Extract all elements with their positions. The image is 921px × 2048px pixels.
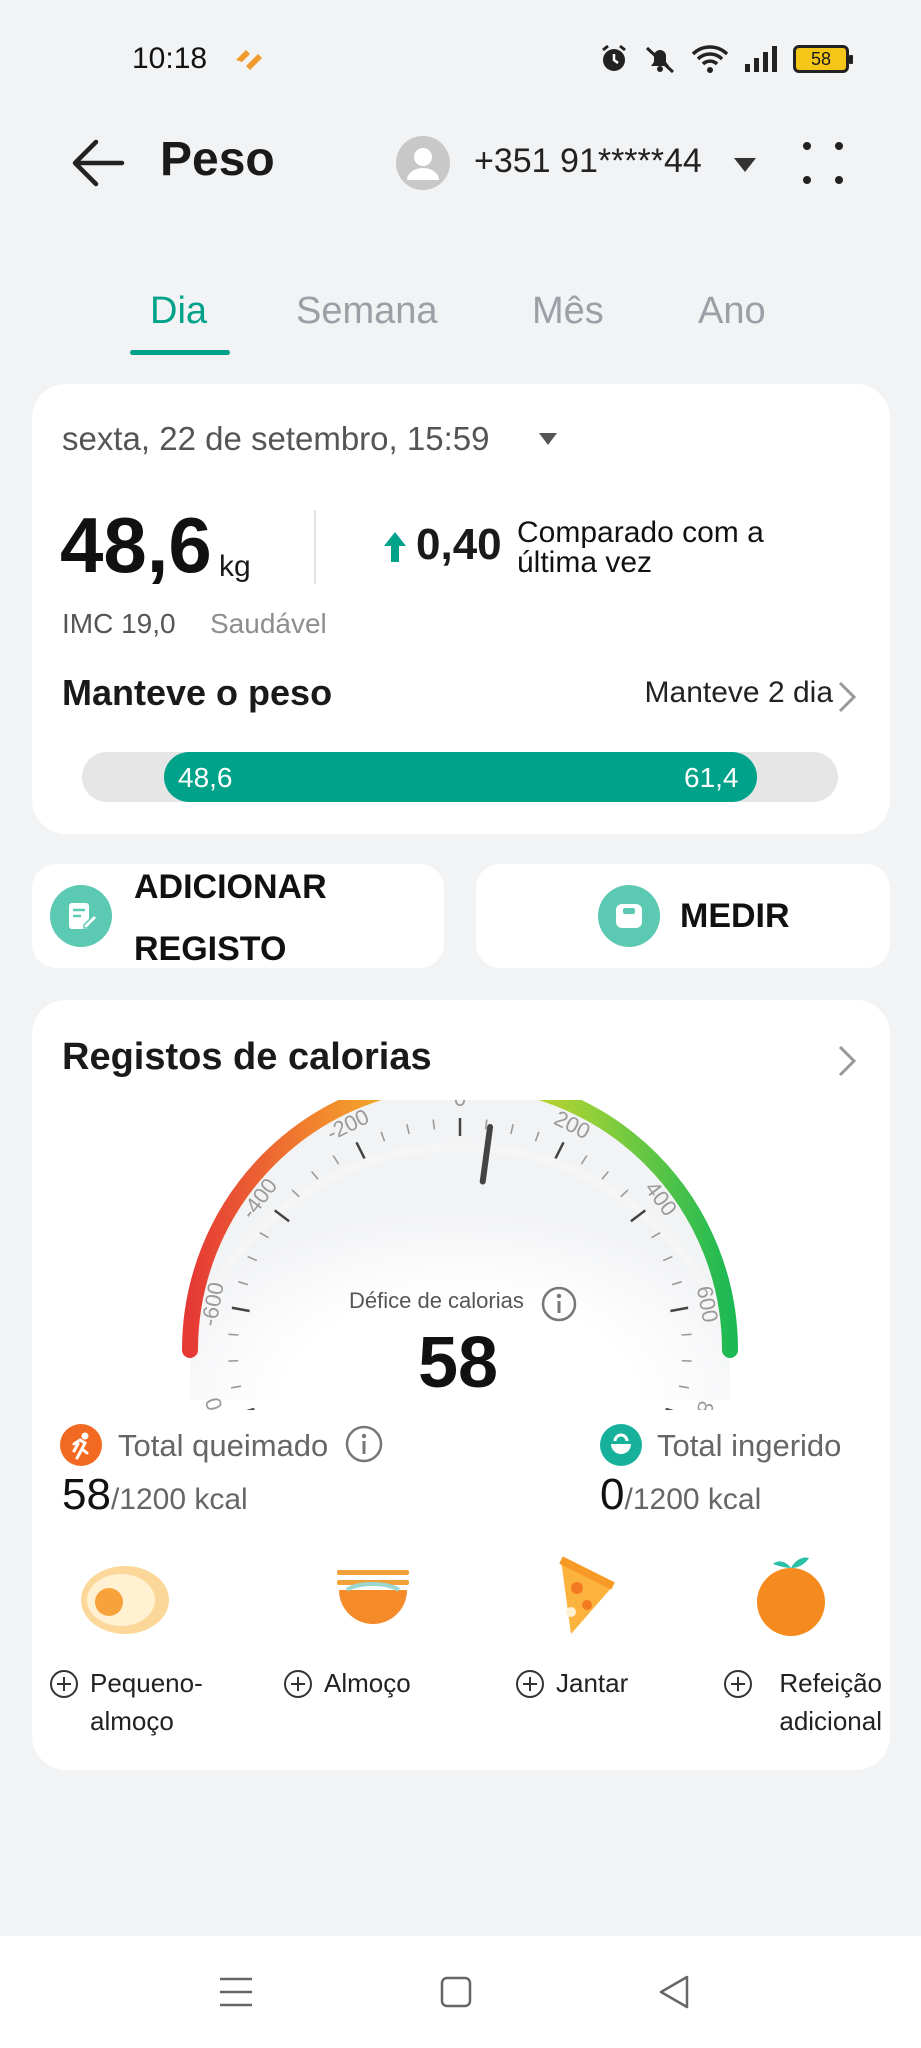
burned-unit: /1200 kcal	[110, 1483, 248, 1516]
more-options-icon[interactable]	[800, 140, 846, 186]
status-time: 10:18	[132, 42, 208, 75]
food-bowl-icon	[600, 1424, 642, 1466]
account-selector[interactable]: +351 91*****44	[474, 142, 702, 181]
date-selector[interactable]: sexta, 22 de setembro, 15:59	[62, 420, 489, 458]
weight-unit: kg	[219, 550, 251, 583]
add-extra-meal-icon[interactable]	[722, 1668, 754, 1700]
tab-indicator	[130, 350, 230, 355]
gauge-tick	[665, 1407, 674, 1410]
burned-value: 58	[62, 1470, 111, 1519]
chevron-right-icon[interactable]	[836, 680, 858, 714]
measure-button[interactable]: MEDIR	[476, 864, 890, 968]
alarm-icon	[602, 44, 626, 71]
chevron-right-icon[interactable]	[836, 1044, 858, 1078]
battery-level: 58	[810, 48, 832, 69]
signal-icon	[745, 46, 777, 72]
caret-down-icon[interactable]	[732, 156, 758, 174]
divider	[314, 510, 316, 584]
weight-delta: 0,40	[416, 520, 502, 569]
pizza-icon	[559, 1556, 615, 1634]
tab-ano[interactable]: Ano	[698, 290, 766, 333]
add-record-button[interactable]: ADICIONAR REGISTO	[32, 864, 444, 968]
recent-apps-icon[interactable]	[218, 1976, 254, 2008]
eaten-stat: 0/1200 kcal	[600, 1470, 761, 1520]
bmi-status: Saudável	[210, 608, 327, 639]
arrow-up-icon	[384, 532, 406, 562]
avatar[interactable]	[396, 136, 450, 190]
back-arrow-icon[interactable]	[70, 138, 126, 188]
back-icon[interactable]	[658, 1974, 690, 2010]
bmi-value: IMC 19,0	[62, 608, 176, 639]
burned-label: Total queimado	[118, 1428, 329, 1463]
lunch-label[interactable]: Almoço	[324, 1664, 411, 1702]
page-title: Peso	[160, 133, 275, 186]
edit-note-icon	[50, 885, 112, 947]
home-icon[interactable]	[440, 1976, 472, 2008]
dinner-label[interactable]: Jantar	[556, 1664, 628, 1702]
add-lunch-icon[interactable]	[282, 1668, 314, 1700]
gauge-label: Défice de calorias	[349, 1288, 524, 1313]
trend-title: Manteve o peso	[62, 672, 333, 713]
gauge-tick	[246, 1407, 255, 1410]
add-breakfast-icon[interactable]	[48, 1668, 80, 1700]
lunch-item[interactable]	[288, 1550, 458, 1640]
range-max-label: 61,4	[684, 762, 739, 793]
add-dinner-icon[interactable]	[514, 1668, 546, 1700]
status-icons: 58	[599, 44, 853, 74]
breakfast-item[interactable]	[40, 1550, 210, 1640]
running-icon	[60, 1424, 102, 1466]
trend-days[interactable]: Manteve 2 dia	[645, 676, 833, 710]
weight-range-fill	[164, 752, 757, 802]
info-icon[interactable]	[344, 1424, 384, 1464]
noodle-bowl-icon	[337, 1570, 409, 1624]
system-navigation-bar	[0, 1936, 921, 2048]
gauge-tick	[681, 1333, 692, 1336]
compare-label: Comparado com a última vez	[517, 516, 764, 579]
tab-semana[interactable]: Semana	[296, 290, 438, 333]
eaten-label: Total ingerido	[657, 1428, 842, 1463]
add-record-label: ADICIONAR REGISTO	[134, 868, 327, 968]
battery-icon: 58	[793, 45, 853, 73]
dinner-item[interactable]	[492, 1550, 662, 1640]
eaten-unit: /1200 kcal	[624, 1483, 762, 1516]
tab-dia[interactable]: Dia	[150, 290, 207, 333]
range-min-label: 48,6	[178, 762, 233, 793]
wifi-icon	[691, 45, 729, 73]
egg-icon	[81, 1566, 169, 1634]
weight-value: 48,6	[60, 501, 212, 589]
eaten-value: 0	[600, 1470, 625, 1519]
breakfast-label[interactable]: Pequeno-almoço	[90, 1664, 230, 1740]
tab-mes[interactable]: Mês	[532, 290, 604, 333]
gauge-tick	[228, 1333, 239, 1336]
burned-stat: 58/1200 kcal	[62, 1470, 248, 1520]
gauge-value: 58	[418, 1323, 499, 1403]
mute-icon	[645, 46, 675, 74]
orange-icon	[757, 1557, 825, 1636]
health-app-notification-icon	[236, 50, 262, 70]
gauge-tick-label: 800	[685, 1398, 719, 1410]
gauge-tick-label: 0	[454, 1100, 466, 1111]
info-icon[interactable]	[540, 1285, 578, 1323]
extra-meal-label[interactable]: Refeição adicional	[762, 1664, 882, 1740]
extra-meal-item[interactable]	[706, 1550, 876, 1640]
scale-icon	[598, 885, 660, 947]
calorie-records-title: Registos de calorias	[62, 1036, 432, 1078]
measure-label: MEDIR	[680, 897, 790, 935]
date-caret-down-icon[interactable]	[538, 432, 558, 446]
